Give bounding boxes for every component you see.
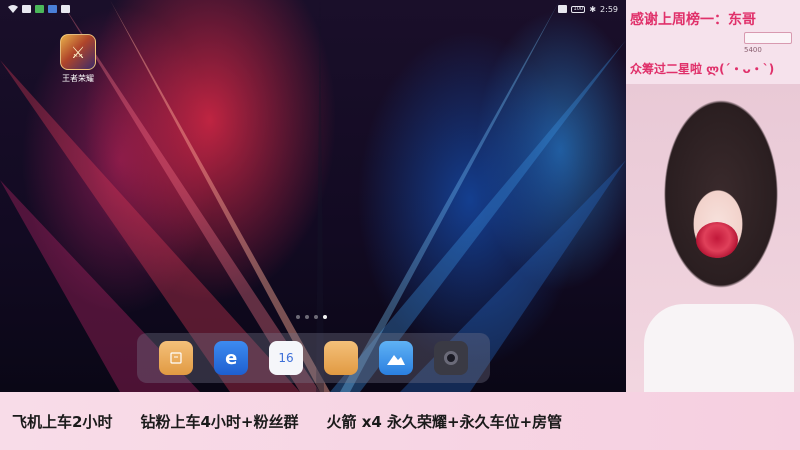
gallery-icon[interactable] bbox=[378, 341, 413, 375]
tablet-screen: 100 ✱ 2:59 ⚔ 王者荣耀 e 16 bbox=[0, 0, 626, 392]
streamer-dress bbox=[644, 304, 794, 392]
banner-item-rocket: 火箭 x4 永久荣耀+永久车位+房管 bbox=[326, 412, 563, 431]
rose-image bbox=[696, 222, 738, 258]
thanks-name: 东哥 bbox=[728, 12, 756, 28]
screen-record-icon bbox=[558, 5, 568, 13]
wifi-icon bbox=[8, 5, 18, 13]
notes-icon[interactable] bbox=[323, 341, 358, 375]
live-stream-panel: 感谢上周榜一：东哥 5400 众筹过二星啦 ლ(´・ᴗ・`) bbox=[626, 0, 800, 392]
desktop-app[interactable]: ⚔ 王者荣耀 bbox=[56, 34, 100, 84]
wechat-icon bbox=[35, 5, 44, 13]
bluetooth-icon: ✱ bbox=[589, 4, 597, 14]
calendar-icon[interactable]: 16 bbox=[269, 341, 304, 375]
page-indicator bbox=[296, 315, 327, 319]
camera-lens-icon bbox=[443, 351, 458, 365]
page-dot-active[interactable] bbox=[323, 315, 327, 319]
desktop-app-label: 王者荣耀 bbox=[62, 74, 94, 83]
camera-icon[interactable] bbox=[433, 341, 468, 375]
streamer-video bbox=[626, 84, 800, 392]
page-dot[interactable] bbox=[305, 315, 309, 319]
status-left bbox=[8, 5, 70, 13]
thanks-text: 感谢上周榜一： bbox=[630, 12, 728, 28]
browser-icon[interactable]: e bbox=[214, 341, 249, 375]
dock: e 16 bbox=[137, 333, 490, 383]
app-notification-icon bbox=[48, 5, 57, 13]
status-bar: 100 ✱ 2:59 bbox=[0, 0, 626, 18]
tag-count: 5400 bbox=[744, 46, 762, 54]
page-dot[interactable] bbox=[296, 315, 300, 319]
notification-icon bbox=[22, 5, 31, 13]
thanks-line: 感谢上周榜一：东哥 bbox=[630, 9, 756, 29]
files-icon[interactable] bbox=[159, 341, 194, 375]
message-icon bbox=[61, 5, 70, 13]
crowdfund-text: 众筹过二星啦 ლ(´・ᴗ・`) bbox=[630, 62, 775, 76]
banner-item-diamond-fan: 钻粉上车4小时+粉丝群 bbox=[140, 412, 299, 431]
banner-item-plane: 飞机上车2小时 bbox=[12, 412, 113, 431]
page-dot[interactable] bbox=[314, 315, 318, 319]
thanks-bar: 感谢上周榜一：东哥 5400 众筹过二星啦 ლ(´・ᴗ・`) bbox=[626, 0, 800, 84]
fan-tag-badge bbox=[744, 32, 792, 44]
status-right: 100 ✱ 2:59 bbox=[558, 5, 618, 14]
battery-icon: 100 bbox=[571, 5, 586, 13]
status-time: 2:59 bbox=[600, 4, 618, 14]
bottom-banner: 飞机上车2小时 钻粉上车4小时+粉丝群 火箭 x4 永久荣耀+永久车位+房管 bbox=[0, 392, 800, 450]
game-icon[interactable]: ⚔ bbox=[60, 34, 96, 70]
